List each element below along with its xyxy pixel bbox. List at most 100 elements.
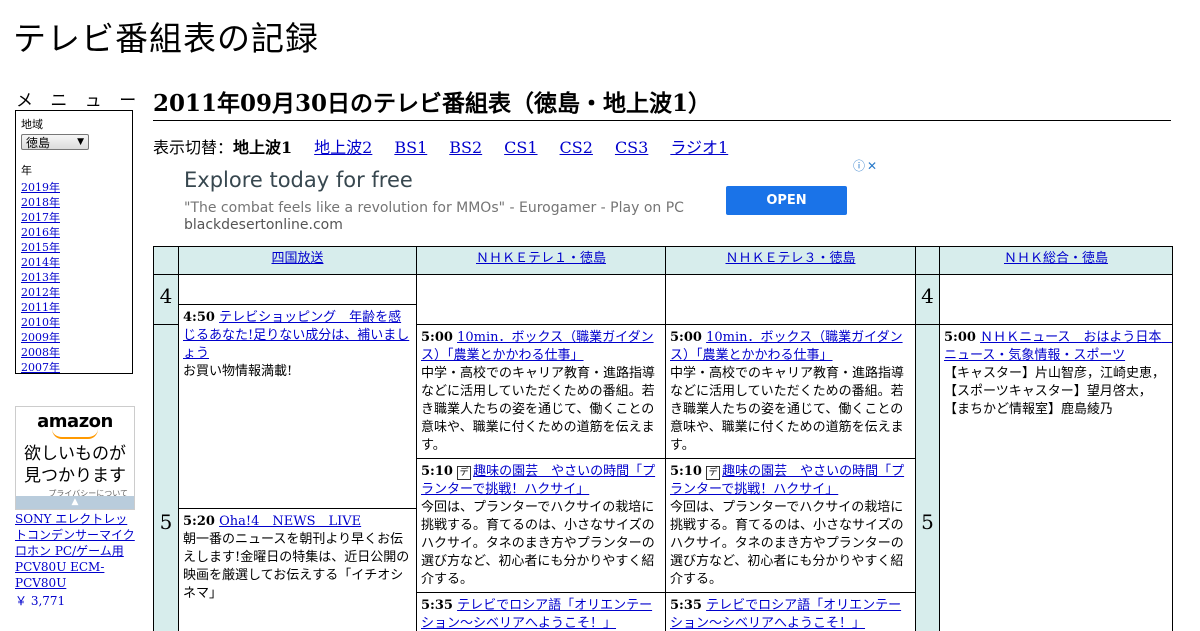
amazon-ad-line: 見つかります — [24, 466, 126, 486]
program-time: 5:00 — [421, 330, 453, 345]
hour-label: 5 — [921, 510, 934, 534]
program-time: 5:00 — [670, 330, 702, 345]
channel-switcher: 表示切替：地上波1 地上波2 BS1 BS2 CS1 CS2 CS3 ラジオ1 — [153, 134, 750, 158]
region-label: 地域 — [21, 118, 43, 131]
program-title-link[interactable]: テレビでロシア語「オリエンテーション～シベリアへようこそ！」 — [670, 598, 901, 631]
program-cell: 5:35 テレビでロシア語「オリエンテーション～シベリアへようこそ！」 — [417, 593, 666, 631]
switcher-link[interactable]: CS1 — [504, 138, 537, 157]
year-link[interactable]: 2015年 — [21, 241, 60, 254]
switcher-label: 表示切替： — [153, 138, 234, 157]
banner-ad-subtitle: "The combat feels like a revolution for … — [184, 200, 684, 216]
channel-link[interactable]: 四国放送 — [271, 251, 323, 266]
program-time: 5:10 — [421, 464, 453, 479]
hour-cell: 5 — [916, 325, 940, 631]
year-link[interactable]: 2017年 — [21, 211, 60, 224]
hour-cell: 4 — [154, 275, 179, 325]
program-cell: 5:10 デ趣味の園芸 やさいの時間「プランターで挑戦！ハクサイ」 今回は、プラ… — [666, 459, 916, 593]
year-link[interactable]: 2010年 — [21, 316, 60, 329]
data-broadcast-icon: デ — [457, 466, 472, 480]
data-broadcast-icon: デ — [706, 466, 721, 480]
chevron-down-icon: ▼ — [77, 137, 84, 147]
program-description: 【キャスター】片山智彦，江崎史恵，【スポーツキャスター】望月啓太，【まちかど情報… — [944, 366, 1166, 417]
switcher-link[interactable]: ラジオ1 — [670, 138, 728, 157]
program-cell: 5:00 10min．ボックス（職業ガイダンス）「農業とかかわる仕事」 中学・高… — [417, 325, 666, 459]
program-cell: 5:10 デ趣味の園芸 やさいの時間「プランターで挑戦！ハクサイ」 今回は、プラ… — [417, 459, 666, 593]
program-description: お買い物情報満載! — [183, 364, 293, 379]
year-link[interactable]: 2016年 — [21, 226, 60, 239]
amazon-ad-line: 欲しいものが — [24, 444, 126, 464]
hour-cell: 4 — [916, 275, 940, 325]
program-title-link[interactable]: 10min．ボックス（職業ガイダンス）「農業とかかわる仕事」 — [421, 330, 654, 363]
year-link[interactable]: 2013年 — [21, 271, 60, 284]
amazon-product-link[interactable]: SONY エレクトレットコンデンサーマイクロホン PC/ゲーム用 PCV80U … — [15, 511, 137, 591]
program-cell: 5:35 テレビでロシア語「オリエンテーション～シベリアへようこそ！」 — [666, 593, 916, 631]
corner-cell — [916, 247, 940, 275]
banner-ad[interactable]: Explore today for free "The combat feels… — [153, 156, 881, 246]
switcher-link[interactable]: BS1 — [394, 138, 427, 157]
hour-label: 5 — [159, 510, 173, 534]
switcher-link[interactable]: CS3 — [615, 138, 648, 157]
program-time: 5:35 — [421, 598, 453, 613]
program-description: 中学・高校でのキャリア教育・進路指導などに活用していただくための番組。若き職業人… — [421, 366, 656, 453]
channel-header: ＮＨＫＥテレ３・徳島 — [666, 247, 916, 275]
program-title-link[interactable]: テレビショッピング 年齢を感じるあなた!足りない成分は、補いましょう — [183, 310, 409, 361]
program-time: 5:35 — [670, 598, 702, 613]
program-title-link[interactable]: Oha!4 NEWS LIVE — [219, 514, 361, 529]
program-description: 今回は、プランターでハクサイの栽培に挑戦する。育てるのは、小さなサイズのハクサイ… — [670, 500, 904, 587]
amazon-ad[interactable]: amazon 欲しいものが 見つかります プライバシーについて ▲ — [15, 406, 135, 510]
channel-link[interactable]: ＮＨＫＥテレ３・徳島 — [725, 251, 855, 266]
year-link[interactable]: 2014年 — [21, 256, 60, 269]
hour-cell: 5 — [154, 325, 179, 631]
empty-slot — [940, 275, 1173, 325]
switcher-link[interactable]: BS2 — [449, 138, 482, 157]
year-link[interactable]: 2018年 — [21, 196, 60, 209]
menu-panel: 地域 徳島 ▼ 年 2019年 2018年 2017年 2016年 2015年 … — [15, 110, 133, 374]
channel-header: 四国放送 — [179, 247, 417, 275]
empty-slot — [417, 275, 666, 325]
hour-label: 4 — [159, 284, 173, 308]
year-link[interactable]: 2007年 — [21, 361, 60, 374]
banner-ad-title: Explore today for free — [184, 168, 413, 192]
channel-header: ＮＨＫ総合・徳島 — [940, 247, 1173, 275]
amazon-product-price: ￥ 3,771 — [15, 594, 66, 608]
program-title-link[interactable]: ＮＨＫニュース おはよう日本 ニュース・気象情報・スポーツ — [944, 330, 1172, 363]
ad-info-close-icon[interactable]: ⓘ✕ — [853, 157, 879, 174]
site-title: テレビ番組表の記録 — [13, 19, 319, 58]
channel-link[interactable]: ＮＨＫ総合・徳島 — [1004, 251, 1108, 266]
switcher-link[interactable]: 地上波2 — [314, 138, 372, 157]
year-list: 2019年 2018年 2017年 2016年 2015年 2014年 2013… — [21, 180, 127, 375]
program-cell: 5:00 10min．ボックス（職業ガイダンス）「農業とかかわる仕事」 中学・高… — [666, 325, 916, 459]
region-select-value: 徳島 — [26, 135, 51, 150]
switcher-current: 地上波1 — [233, 138, 293, 157]
program-time: 5:20 — [183, 514, 215, 529]
channel-link[interactable]: ＮＨＫＥテレ１・徳島 — [476, 251, 606, 266]
corner-cell — [154, 247, 179, 275]
empty-slot — [666, 275, 916, 325]
program-cell: 5:20 Oha!4 NEWS LIVE 朝一番のニュースを朝刊より早くお伝えし… — [179, 509, 417, 631]
page-title: 2011年09月30日のテレビ番組表（徳島・地上波1） — [153, 84, 1171, 121]
program-time: 4:50 — [183, 310, 215, 325]
channel-header: ＮＨＫＥテレ１・徳島 — [417, 247, 666, 275]
hour-label: 4 — [921, 284, 934, 308]
chevron-up-icon[interactable]: ▲ — [16, 496, 134, 509]
program-time: 5:00 — [944, 330, 976, 345]
program-cell: 4:50 テレビショッピング 年齢を感じるあなた!足りない成分は、補いましょう … — [179, 305, 417, 509]
program-description: 朝一番のニュースを朝刊より早くお伝えします!金曜日の特集は、近日公開の映画を厳選… — [183, 532, 410, 601]
program-description: 今回は、プランターでハクサイの栽培に挑戦する。育てるのは、小さなサイズのハクサイ… — [421, 500, 655, 587]
year-link[interactable]: 2019年 — [21, 181, 60, 194]
year-link[interactable]: 2008年 — [21, 346, 60, 359]
banner-ad-open-button[interactable]: OPEN — [726, 186, 847, 215]
year-link[interactable]: 2011年 — [21, 301, 60, 314]
year-link[interactable]: 2009年 — [21, 331, 60, 344]
program-description: 中学・高校でのキャリア教育・進路指導などに活用していただくための番組。若き職業人… — [670, 366, 905, 453]
schedule-grid: 四国放送 ＮＨＫＥテレ１・徳島 ＮＨＫＥテレ３・徳島 ＮＨＫ総合・徳島 4 5 … — [153, 246, 1173, 631]
program-title-link[interactable]: テレビでロシア語「オリエンテーション～シベリアへようこそ！」 — [421, 598, 652, 631]
empty-slot — [179, 275, 417, 305]
program-title-link[interactable]: 10min．ボックス（職業ガイダンス）「農業とかかわる仕事」 — [670, 330, 903, 363]
region-select[interactable]: 徳島 ▼ — [21, 134, 89, 150]
year-link[interactable]: 2012年 — [21, 286, 60, 299]
menu-heading: メ ニ ュ ー — [16, 91, 143, 111]
switcher-link[interactable]: CS2 — [560, 138, 593, 157]
year-label: 年 — [21, 164, 32, 177]
banner-ad-domain: blackdesertonline.com — [184, 217, 343, 233]
